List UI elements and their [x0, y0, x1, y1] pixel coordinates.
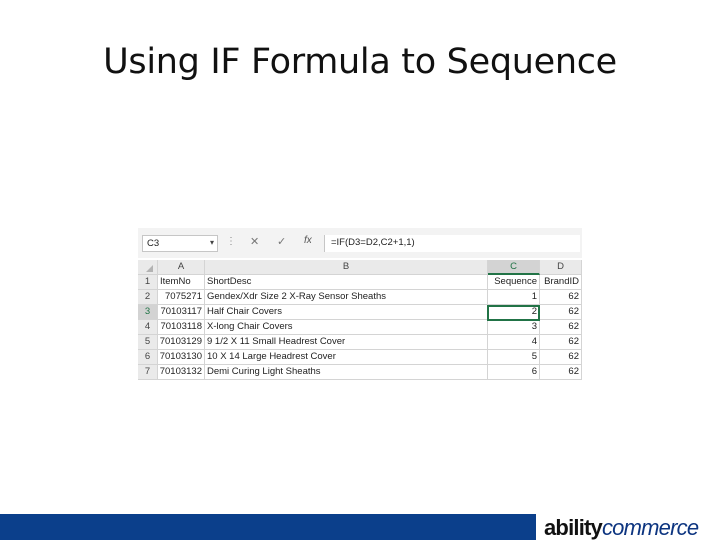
table-row: 6 70103130 10 X 14 Large Headrest Cover …	[138, 350, 582, 365]
cell-d5[interactable]: 62	[540, 335, 582, 350]
cell-c6[interactable]: 5	[488, 350, 540, 365]
column-header-d[interactable]: D	[540, 260, 582, 275]
chevron-down-icon[interactable]: ▾	[210, 238, 214, 247]
cell-d1[interactable]: BrandID	[540, 275, 582, 290]
column-header-a[interactable]: A	[158, 260, 205, 275]
drag-handle-icon[interactable]: ⋮	[226, 236, 236, 247]
table-row: 4 70103118 X-long Chair Covers 3 62	[138, 320, 582, 335]
table-row: 2 7075271 Gendex/Xdr Size 2 X-Ray Sensor…	[138, 290, 582, 305]
cell-c4[interactable]: 3	[488, 320, 540, 335]
cell-a2[interactable]: 7075271	[158, 290, 205, 305]
name-box-value: C3	[147, 238, 160, 249]
fx-icon[interactable]: fx	[304, 235, 312, 246]
table-row: 7 70103132 Demi Curing Light Sheaths 6 6…	[138, 365, 582, 380]
slide-title: Using IF Formula to Sequence	[103, 42, 617, 82]
cell-a4[interactable]: 70103118	[158, 320, 205, 335]
row-number[interactable]: 1	[138, 275, 158, 290]
column-header-row: A B C D	[138, 260, 582, 275]
cell-a1[interactable]: ItemNo	[158, 275, 205, 290]
x-icon[interactable]: ✕	[250, 235, 259, 248]
table-row: 3 70103117 Half Chair Covers 2 62	[138, 305, 582, 320]
cell-c5[interactable]: 4	[488, 335, 540, 350]
footer-bar	[0, 514, 536, 540]
formula-bar: C3 ▾ ⋮ ✕ ✓ fx =IF(D3=D2,C2+1,1)	[138, 228, 582, 258]
cell-d7[interactable]: 62	[540, 365, 582, 380]
cell-c3[interactable]: 2	[488, 305, 540, 320]
logo-rest: commerce	[601, 515, 699, 540]
column-header-b[interactable]: B	[205, 260, 488, 275]
cell-a7[interactable]: 70103132	[158, 365, 205, 380]
cell-b1[interactable]: ShortDesc	[205, 275, 488, 290]
cell-b5[interactable]: 9 1/2 X 11 Small Headrest Cover	[205, 335, 488, 350]
row-number[interactable]: 5	[138, 335, 158, 350]
row-number[interactable]: 2	[138, 290, 158, 305]
cell-c7[interactable]: 6	[488, 365, 540, 380]
cell-d6[interactable]: 62	[540, 350, 582, 365]
cell-a5[interactable]: 70103129	[158, 335, 205, 350]
cell-b3[interactable]: Half Chair Covers	[205, 305, 488, 320]
cell-d3[interactable]: 62	[540, 305, 582, 320]
cell-b6[interactable]: 10 X 14 Large Headrest Cover	[205, 350, 488, 365]
column-header-c[interactable]: C	[488, 260, 540, 275]
row-number[interactable]: 6	[138, 350, 158, 365]
cell-d4[interactable]: 62	[540, 320, 582, 335]
cell-b2[interactable]: Gendex/Xdr Size 2 X-Ray Sensor Sheaths	[205, 290, 488, 305]
cell-c1[interactable]: Sequence	[488, 275, 540, 290]
table-row: 1 ItemNo ShortDesc Sequence BrandID	[138, 275, 582, 290]
excel-screenshot: C3 ▾ ⋮ ✕ ✓ fx =IF(D3=D2,C2+1,1) A B C D …	[138, 228, 582, 382]
logo: abilitycommerce	[544, 515, 699, 541]
name-box[interactable]: C3 ▾	[142, 235, 218, 252]
row-number[interactable]: 7	[138, 365, 158, 380]
cell-a3[interactable]: 70103117	[158, 305, 205, 320]
formula-text: =IF(D3=D2,C2+1,1)	[331, 237, 415, 248]
row-number[interactable]: 3	[138, 305, 158, 320]
cell-d2[interactable]: 62	[540, 290, 582, 305]
cell-c2[interactable]: 1	[488, 290, 540, 305]
row-number[interactable]: 4	[138, 320, 158, 335]
select-all-triangle-icon[interactable]	[146, 265, 153, 272]
cell-a6[interactable]: 70103130	[158, 350, 205, 365]
cell-b7[interactable]: Demi Curing Light Sheaths	[205, 365, 488, 380]
logo-bold: ability	[544, 515, 603, 540]
table-row: 5 70103129 9 1/2 X 11 Small Headrest Cov…	[138, 335, 582, 350]
formula-input[interactable]: =IF(D3=D2,C2+1,1)	[324, 235, 580, 252]
cell-b4[interactable]: X-long Chair Covers	[205, 320, 488, 335]
check-icon[interactable]: ✓	[277, 235, 286, 248]
